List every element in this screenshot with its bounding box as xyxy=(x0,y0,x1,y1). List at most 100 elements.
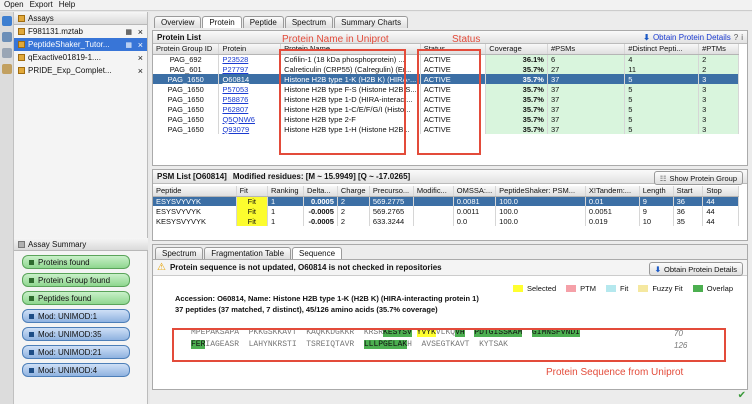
sequence-legend: Selected PTM Fit Fuzzy Fit Overlap xyxy=(512,284,739,293)
summary-item-label: Proteins found xyxy=(38,257,90,267)
psm-column-header[interactable]: Delta... xyxy=(303,186,338,197)
psm-row[interactable]: ESYSVYVYK Fit 1 -0.0005 2 569.2765 0.0011 100.0… xyxy=(153,206,739,216)
obtain-protein-details-button[interactable]: ⬇ Obtain Protein Details xyxy=(648,262,743,276)
psm-column-header[interactable]: Stop xyxy=(702,186,739,197)
bullet-icon xyxy=(29,295,34,301)
group-id-cell: PAG_1650 xyxy=(153,84,220,94)
psms-cell: 37 xyxy=(547,94,626,104)
coverage-cell: 35.7% xyxy=(485,104,548,114)
columns-icon[interactable]: ▦ xyxy=(125,41,132,49)
close-icon[interactable]: × xyxy=(138,53,143,63)
protein-column-header[interactable]: #PSMs xyxy=(547,44,626,55)
summary-item[interactable]: Mod: UNIMOD:21 xyxy=(22,345,130,359)
tab-sequence[interactable]: Sequence xyxy=(292,247,343,259)
protein-column-header[interactable]: Protein xyxy=(218,44,282,55)
psm-cell: 35 xyxy=(673,216,704,226)
psm-cell: 44 xyxy=(702,216,739,226)
protein-column-header[interactable]: #Distinct Pepti... xyxy=(624,44,700,55)
columns-icon[interactable]: ▦ xyxy=(125,28,132,36)
assay-item[interactable]: qExactive01819-1.... × xyxy=(14,51,147,64)
tab-peptide[interactable]: Peptide xyxy=(242,16,284,28)
protein-column-header[interactable]: #PTMs xyxy=(698,44,739,55)
protein-accession-link[interactable]: P58876 xyxy=(218,94,282,104)
psm-column-header[interactable]: OMSSA:... xyxy=(453,186,497,197)
help-icon[interactable]: ? xyxy=(734,33,738,42)
psm-cell: 633.3244 xyxy=(369,216,414,226)
menu-bar: Open Export Help xyxy=(0,0,752,11)
tab-overview[interactable]: Overview xyxy=(154,16,202,28)
assay-item[interactable]: PRIDE_Exp_Complet... × xyxy=(14,64,147,77)
psm-row[interactable]: ESYSVYVYK Fit 1 0.0005 2 569.2775 0.0081 100.0 0… xyxy=(153,196,739,206)
protein-accession-link[interactable]: P57053 xyxy=(218,84,282,94)
psms-cell: 27 xyxy=(547,64,626,74)
coverage-cell: 35.7% xyxy=(485,84,548,94)
search-icon[interactable] xyxy=(2,48,12,58)
psm-cell: 1 xyxy=(267,196,304,206)
psm-cell: 0.0011 xyxy=(453,206,497,216)
tab-protein[interactable]: Protein xyxy=(202,16,242,28)
summary-item[interactable]: Proteins found xyxy=(22,255,130,269)
ptms-cell: 3 xyxy=(698,94,739,104)
close-icon[interactable]: × xyxy=(138,66,143,76)
protein-column-header[interactable]: Coverage xyxy=(485,44,548,55)
show-protein-group-button[interactable]: ☷ Show Protein Group xyxy=(653,171,743,185)
psm-column-header[interactable]: Modific... xyxy=(413,186,454,197)
tab-summary-charts[interactable]: Summary Charts xyxy=(334,16,409,28)
psm-column-header[interactable]: PeptideShaker: PSM... xyxy=(495,186,586,197)
psms-cell: 37 xyxy=(547,74,626,84)
close-icon[interactable]: × xyxy=(138,40,143,50)
detail-tabs: Spectrum Fragmentation Table Sequence xyxy=(153,245,747,260)
tools-icon[interactable] xyxy=(2,64,12,74)
psm-column-header[interactable]: Start xyxy=(673,186,704,197)
summary-item[interactable]: Mod: UNIMOD:35 xyxy=(22,327,130,341)
psm-column-header[interactable]: Fit xyxy=(236,186,269,197)
menu-export[interactable]: Export xyxy=(30,0,53,10)
info-icon[interactable]: i xyxy=(741,33,743,42)
legend-label: PTM xyxy=(580,284,596,293)
assay-item[interactable]: F981131.mztab ▦ × xyxy=(14,25,147,38)
summary-item[interactable]: Protein Group found xyxy=(22,273,130,287)
folder-icon[interactable] xyxy=(2,32,12,42)
summary-item-label: Protein Group found xyxy=(38,275,111,285)
psm-column-header[interactable]: Length xyxy=(639,186,674,197)
protein-accession-link[interactable]: Q93079 xyxy=(218,124,282,134)
protein-column-header[interactable]: Protein Group ID xyxy=(153,44,220,55)
psm-cell: ESYSVYVYK xyxy=(153,206,237,216)
psm-cell: 0.0 xyxy=(453,216,497,226)
close-icon[interactable]: × xyxy=(138,27,143,37)
protein-accession-link[interactable]: P27797 xyxy=(218,64,282,74)
psm-column-header[interactable]: Charge xyxy=(337,186,370,197)
coverage-cell: 35.7% xyxy=(485,124,548,134)
menu-help[interactable]: Help xyxy=(59,0,75,10)
psm-cell: 44 xyxy=(702,206,739,216)
psm-cell: Fit xyxy=(236,216,269,226)
tab-fragmentation-table[interactable]: Fragmentation Table xyxy=(204,247,292,259)
psm-column-header[interactable]: X!Tandem:... xyxy=(585,186,640,197)
psm-cell: 1 xyxy=(267,206,304,216)
assay-item[interactable]: PeptideShaker_Tutor... ▦ × xyxy=(14,38,147,51)
psm-column-header[interactable]: Ranking xyxy=(267,186,304,197)
menu-open[interactable]: Open xyxy=(4,0,24,10)
coverage-summary: 37 peptides (37 matched, 7 distinct), 45… xyxy=(175,305,438,314)
database-icon[interactable] xyxy=(2,16,12,26)
summary-list: Proteins found Protein Group found Peptide… xyxy=(14,251,148,401)
tab-spectrum[interactable]: Spectrum xyxy=(284,16,334,28)
tab-spectrum[interactable]: Spectrum xyxy=(155,247,204,259)
protein-group-icon: ☷ xyxy=(659,173,667,183)
psm-column-header[interactable]: Peptide xyxy=(153,186,237,197)
protein-name-annotation: Protein Name in Uniprot xyxy=(282,34,389,45)
summary-item[interactable]: Mod: UNIMOD:4 xyxy=(22,363,130,377)
main-tabs: Overview Protein Peptide Spectrum Summary Ch… xyxy=(150,12,752,28)
psm-cell: KESYSVYVYK xyxy=(153,216,237,226)
summary-item[interactable]: Peptides found xyxy=(22,291,130,305)
psm-column-header[interactable]: Precurso... xyxy=(369,186,414,197)
protein-accession-link[interactable]: P62807 xyxy=(218,104,282,114)
protein-accession-link[interactable]: O60814 xyxy=(218,74,282,84)
left-pane: Assays F981131.mztab ▦ × PeptideShaker_Tuto… xyxy=(14,12,148,404)
obtain-protein-details-link[interactable]: Obtain Protein Details xyxy=(653,33,731,42)
protein-accession-link[interactable]: P23528 xyxy=(218,54,282,64)
psm-row[interactable]: KESYSVYVYK Fit 1 -0.0005 2 633.3244 0.0 100.0 0.… xyxy=(153,216,739,226)
protein-accession-link[interactable]: Q5QNW6 xyxy=(218,114,282,124)
summary-item[interactable]: Mod: UNIMOD:1 xyxy=(22,309,130,323)
psm-cell: 1 xyxy=(267,216,304,226)
